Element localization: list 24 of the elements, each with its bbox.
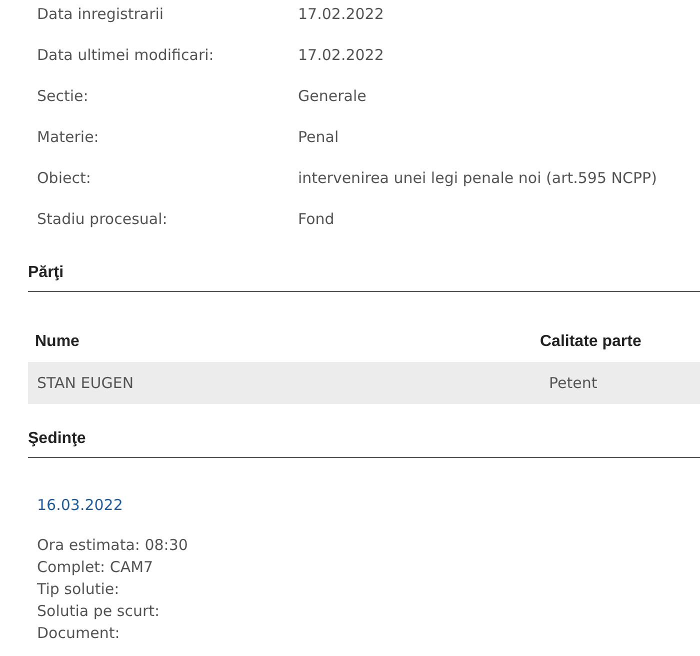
field-value: Penal xyxy=(298,127,339,148)
hearing-detail: Tip solutie: xyxy=(37,578,120,600)
column-header: Nume xyxy=(34,332,80,352)
field-value: Fond xyxy=(298,209,334,230)
field-label: Data inregistrarii xyxy=(36,4,165,26)
field-label: Data ultimei modificari: xyxy=(36,45,215,66)
field-label: Sectie: xyxy=(36,86,90,108)
hearing-detail: Solutia pe scurt: xyxy=(37,600,161,622)
date-link[interactable]: 16.03.2022 xyxy=(37,494,123,516)
field-value: 17.02.2022 xyxy=(298,45,384,66)
field-label: Stadiu procesual: xyxy=(36,209,168,230)
hearing-detail: Complet: CAM7 xyxy=(37,556,154,578)
field-label: Obiect: xyxy=(36,168,92,190)
hearing-detail: Document: xyxy=(37,622,121,644)
field-value: 17.02.2022 xyxy=(298,4,384,26)
column-header: Calitate parte xyxy=(540,332,642,352)
section-heading: Părţi xyxy=(28,264,64,281)
section-heading: Şedinţe xyxy=(28,430,86,447)
hearing-detail: Ora estimata: 08:30 xyxy=(37,534,188,556)
field-value: Generale xyxy=(298,86,366,108)
field-value: intervenirea unei legi penale noi (art.595 NCPP) xyxy=(298,168,657,190)
table-cell-text: Petent xyxy=(548,372,598,394)
table-cell-text: STAN EUGEN xyxy=(36,372,135,394)
field-label: Materie: xyxy=(36,127,100,148)
